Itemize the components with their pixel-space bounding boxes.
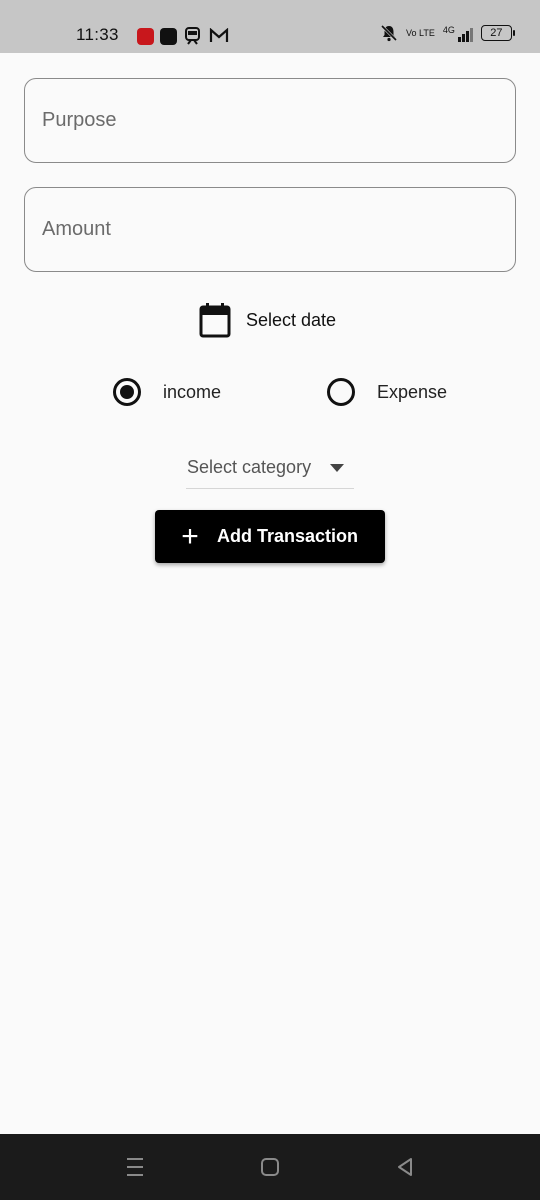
signal-icon: 4G bbox=[443, 25, 473, 42]
notification-icons bbox=[137, 27, 229, 45]
app-notification-icon bbox=[137, 27, 154, 45]
network-type: 4G bbox=[442, 24, 455, 35]
radio-income[interactable] bbox=[113, 378, 141, 406]
amount-input[interactable] bbox=[42, 218, 515, 241]
battery-icon: 27 bbox=[480, 25, 515, 41]
amount-field[interactable] bbox=[24, 187, 516, 272]
select-date-button[interactable]: Select date bbox=[199, 302, 336, 338]
dropdown-arrow-icon bbox=[330, 464, 344, 472]
battery-level: 27 bbox=[490, 27, 503, 39]
radio-expense[interactable] bbox=[327, 378, 355, 406]
back-icon[interactable] bbox=[394, 1156, 416, 1178]
bell-muted-icon bbox=[380, 24, 398, 42]
navigation-bar bbox=[0, 1134, 540, 1200]
status-time: 11:33 bbox=[76, 25, 119, 44]
add-transaction-button[interactable]: + Add Transaction bbox=[155, 510, 385, 563]
radio-income-label: income bbox=[163, 381, 222, 402]
recent-apps-icon[interactable] bbox=[124, 1156, 146, 1178]
home-icon[interactable] bbox=[259, 1156, 281, 1178]
category-dropdown[interactable]: Select category bbox=[186, 446, 354, 489]
status-bar: 11:33 Vo LTE 4G 27 bbox=[0, 0, 540, 53]
train-icon bbox=[185, 27, 200, 45]
add-transaction-label: Add Transaction bbox=[217, 526, 359, 546]
radio-option-expense[interactable]: Expense bbox=[327, 378, 447, 406]
radio-expense-label: Expense bbox=[377, 381, 448, 402]
gmail-icon bbox=[209, 28, 229, 42]
app-notification-icon bbox=[160, 27, 177, 45]
plus-icon: + bbox=[181, 519, 199, 553]
purpose-input[interactable] bbox=[42, 109, 515, 132]
volte-indicator: Vo LTE bbox=[406, 27, 435, 38]
select-date-label: Select date bbox=[246, 309, 337, 330]
radio-selected-dot bbox=[120, 385, 134, 399]
category-dropdown-label: Select category bbox=[187, 456, 312, 477]
calendar-icon bbox=[199, 303, 231, 338]
purpose-field[interactable] bbox=[24, 78, 516, 163]
radio-option-income[interactable]: income bbox=[113, 378, 221, 406]
system-icons: Vo LTE 4G 27 bbox=[380, 24, 515, 42]
